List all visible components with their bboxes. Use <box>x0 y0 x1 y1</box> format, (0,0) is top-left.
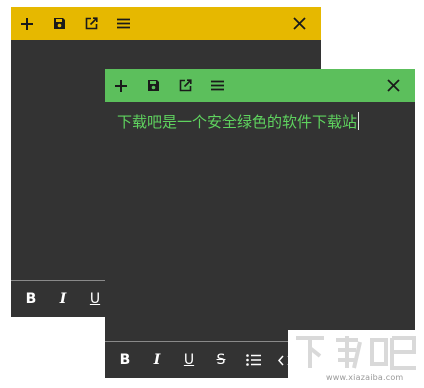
save-button[interactable] <box>137 69 169 102</box>
new-note-button[interactable] <box>11 7 43 40</box>
open-external-button[interactable] <box>169 69 201 102</box>
menu-button[interactable] <box>107 7 139 40</box>
bullet-list-icon <box>245 354 261 366</box>
xiazaiba-logo <box>296 336 416 370</box>
underline-button[interactable]: U <box>173 342 205 378</box>
close-button[interactable] <box>371 69 415 102</box>
menu-button[interactable] <box>201 69 233 102</box>
plus-icon <box>115 79 127 92</box>
plus-icon <box>21 17 33 30</box>
menu-icon <box>210 80 224 91</box>
save-button[interactable] <box>43 7 75 40</box>
text-caret <box>358 112 360 130</box>
italic-button[interactable]: I <box>141 342 173 378</box>
close-icon <box>386 79 400 92</box>
italic-button[interactable]: I <box>47 281 79 317</box>
note-content[interactable]: 下载吧是一个安全绿色的软件下载站 <box>117 111 360 132</box>
open-external-button[interactable] <box>75 7 107 40</box>
note-text-area[interactable] <box>105 102 415 341</box>
open-external-icon <box>179 79 192 92</box>
close-icon <box>292 17 306 30</box>
bold-button[interactable]: B <box>15 281 47 317</box>
save-icon <box>53 18 65 29</box>
open-external-icon <box>85 17 98 30</box>
bold-button[interactable]: B <box>109 342 141 378</box>
watermark: www.xiazaiba.com <box>288 330 424 388</box>
watermark-url: www.xiazaiba.com <box>326 373 404 382</box>
note-text: 下载吧是一个安全绿色的软件下载站 <box>117 113 358 131</box>
bullet-list-button[interactable] <box>237 342 269 378</box>
note-header <box>11 7 321 40</box>
close-button[interactable] <box>277 7 321 40</box>
note-header <box>105 69 415 102</box>
save-icon <box>147 80 159 91</box>
new-note-button[interactable] <box>105 69 137 102</box>
menu-icon <box>116 18 130 29</box>
strikethrough-button[interactable]: S <box>205 342 237 378</box>
